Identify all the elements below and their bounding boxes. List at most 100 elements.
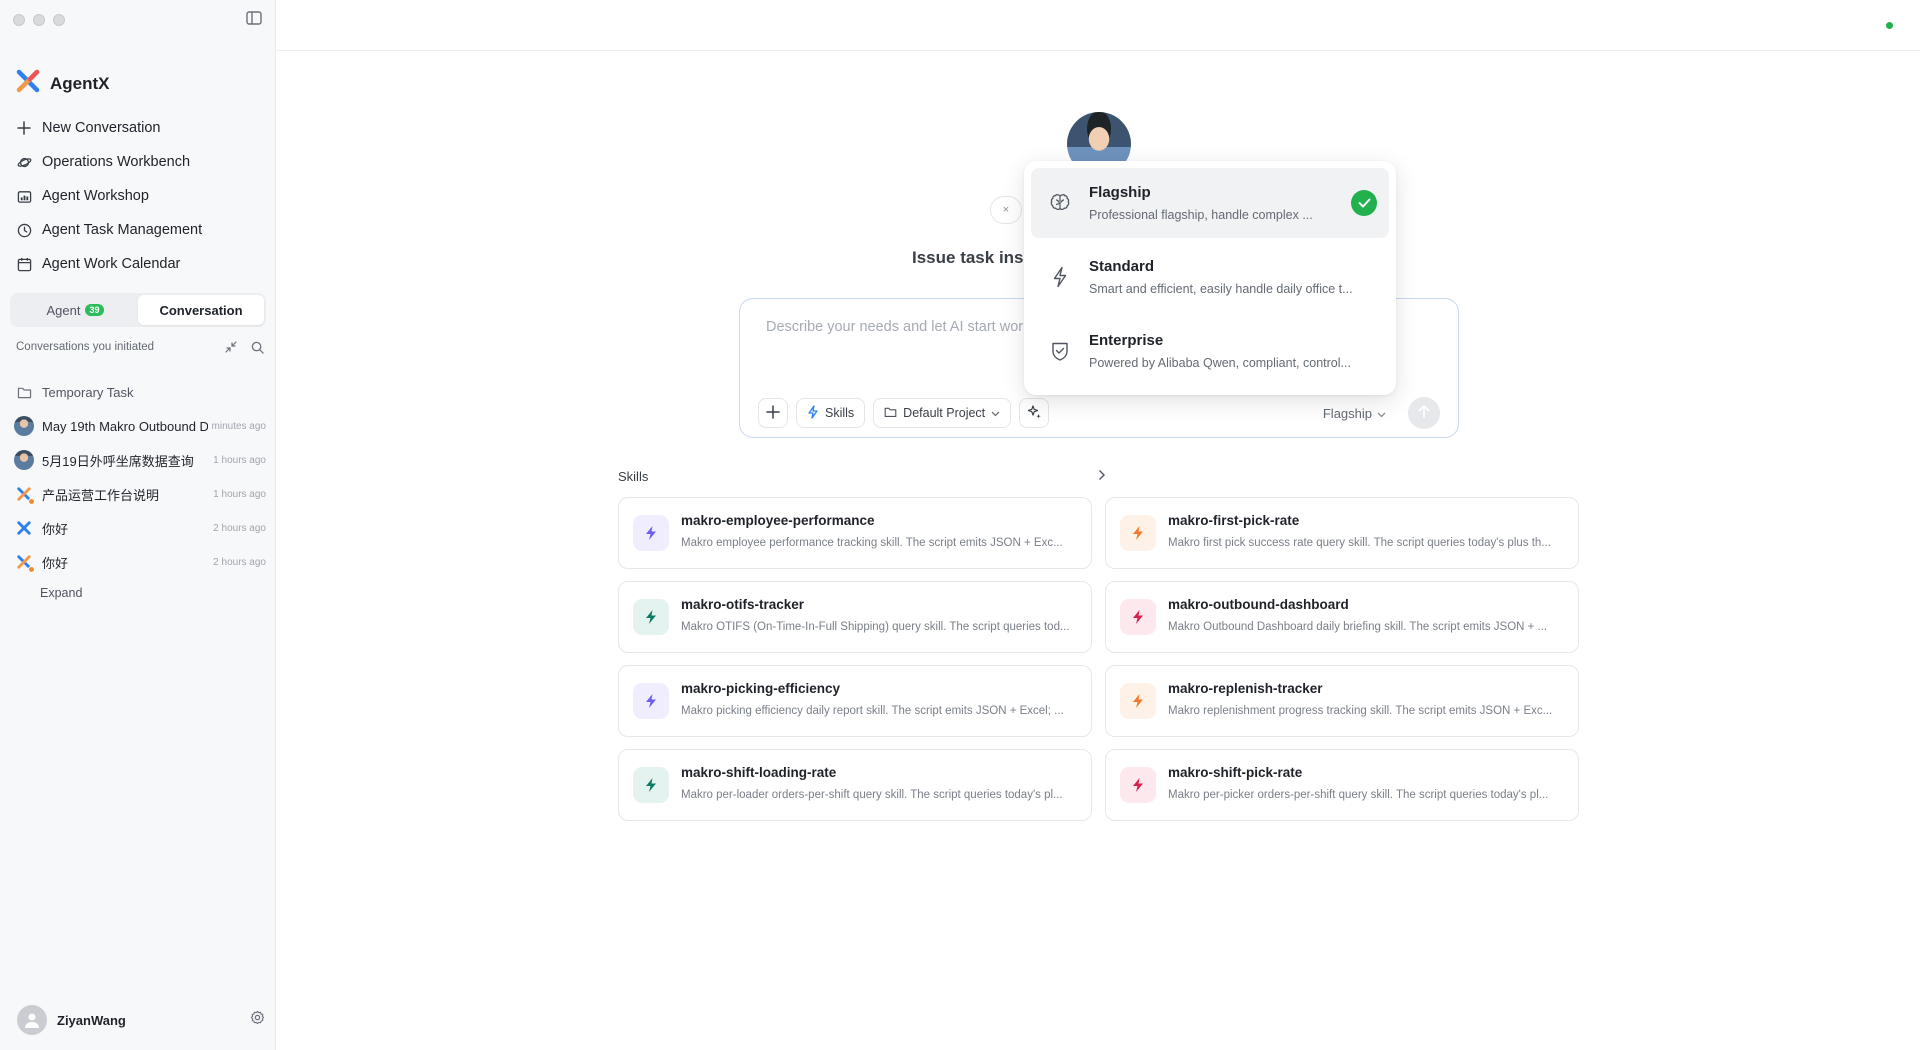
agentx-logo-icon bbox=[14, 518, 34, 538]
skill-card[interactable]: makro-employee-performance Makro employee… bbox=[618, 497, 1092, 569]
model-option-flagship[interactable]: Flagship Professional flagship, handle c… bbox=[1031, 168, 1389, 238]
project-select[interactable]: Default Project bbox=[873, 398, 1012, 428]
lightning-icon bbox=[633, 515, 669, 551]
conversation-time: 2 hours ago bbox=[213, 556, 266, 568]
nav-agent-workshop[interactable]: Agent Workshop bbox=[10, 179, 266, 213]
issue-task-title: Issue task ins bbox=[912, 248, 1024, 267]
close-icon: × bbox=[1002, 204, 1010, 216]
model-option-title: Enterprise bbox=[1089, 332, 1164, 349]
skill-description: Makro Outbound Dashboard daily briefing … bbox=[1168, 621, 1548, 633]
skill-card[interactable]: makro-replenish-tracker Makro replenishme… bbox=[1105, 665, 1579, 737]
sparkle-icon bbox=[1026, 404, 1042, 423]
conversations-header-label: Conversations you initiated bbox=[16, 341, 155, 353]
brand[interactable]: AgentX bbox=[16, 69, 110, 98]
main-nav: New Conversation Operations Workbench Ag… bbox=[10, 111, 266, 281]
conversation-title: 你好 bbox=[42, 521, 69, 537]
lightning-icon bbox=[1120, 683, 1156, 719]
expand-conversations-link[interactable]: Expand bbox=[10, 579, 266, 607]
tab-conversation[interactable]: Conversation bbox=[138, 295, 264, 325]
skill-description: Makro employee performance tracking skil… bbox=[681, 537, 1063, 549]
skill-name: makro-picking-efficiency bbox=[681, 681, 841, 696]
lightning-icon bbox=[1120, 599, 1156, 635]
conversation-title: 你好 bbox=[42, 555, 69, 571]
shield-check-icon bbox=[1047, 338, 1073, 364]
model-option-desc: Smart and efficient, easily handle daily… bbox=[1089, 282, 1353, 296]
skills-grid: makro-employee-performance Makro employee… bbox=[618, 497, 1579, 821]
check-icon bbox=[1351, 190, 1377, 216]
conversation-item[interactable]: 你好 2 hours ago bbox=[10, 545, 266, 579]
conversation-list: Temporary Task May 19th Makro Outbound D… bbox=[10, 375, 266, 607]
agentx-logo-icon bbox=[14, 552, 35, 573]
close-pill-button[interactable]: × bbox=[990, 196, 1022, 224]
skill-card[interactable]: makro-shift-loading-rate Makro per-loader… bbox=[618, 749, 1092, 821]
tab-conversation-label: Conversation bbox=[159, 302, 243, 318]
tab-agent[interactable]: Agent 39 bbox=[12, 295, 138, 325]
chevron-down-icon bbox=[991, 406, 1000, 420]
lightning-icon bbox=[807, 404, 819, 422]
skill-card[interactable]: makro-otifs-tracker Makro OTIFS (On-Time-… bbox=[618, 581, 1092, 653]
skill-card[interactable]: makro-picking-efficiency Makro picking ef… bbox=[618, 665, 1092, 737]
user-name: ZiyanWang bbox=[57, 1012, 126, 1028]
skill-card[interactable]: makro-first-pick-rate Makro first pick su… bbox=[1105, 497, 1579, 569]
skill-description: Makro first pick success rate query skil… bbox=[1168, 537, 1551, 549]
skill-name: makro-first-pick-rate bbox=[1168, 513, 1300, 528]
conversation-item[interactable]: 5月19日外呼坐席数据查询 1 hours ago bbox=[10, 443, 266, 477]
skill-description: Makro replenishment progress tracking sk… bbox=[1168, 705, 1553, 717]
magic-enhance-button[interactable] bbox=[1019, 398, 1050, 428]
chevron-right-icon[interactable] bbox=[1098, 469, 1578, 484]
plus-icon bbox=[16, 120, 32, 136]
agentx-logo-icon bbox=[14, 484, 35, 505]
conversation-title: 5月19日外呼坐席数据查询 bbox=[42, 453, 194, 469]
search-icon[interactable] bbox=[250, 340, 264, 354]
skill-name: makro-otifs-tracker bbox=[681, 597, 805, 612]
nav-agent-task-management[interactable]: Agent Task Management bbox=[10, 213, 266, 247]
skills-button[interactable]: Skills bbox=[796, 398, 866, 428]
app-name: AgentX bbox=[50, 73, 110, 93]
model-option-standard[interactable]: Standard Smart and efficient, easily han… bbox=[1031, 242, 1389, 312]
workshop-icon bbox=[16, 188, 32, 204]
sidebar-segmented-tabs: Agent 39 Conversation bbox=[10, 293, 266, 327]
nav-new-conversation[interactable]: New Conversation bbox=[10, 111, 266, 145]
skill-name: makro-replenish-tracker bbox=[1168, 681, 1323, 696]
folder-temporary-task[interactable]: Temporary Task bbox=[10, 375, 266, 409]
unread-dot bbox=[28, 498, 35, 505]
nav-label: Agent Task Management bbox=[42, 222, 203, 238]
conversation-time: 2 hours ago bbox=[213, 522, 266, 534]
skill-card[interactable]: makro-outbound-dashboard Makro Outbound D… bbox=[1105, 581, 1579, 653]
nav-label: Agent Work Calendar bbox=[42, 256, 181, 272]
top-bar bbox=[277, 0, 1920, 51]
plus-icon bbox=[766, 404, 780, 422]
conversation-item[interactable]: May 19th Makro Outbound D minutes ago bbox=[10, 409, 266, 443]
lightning-icon bbox=[633, 599, 669, 635]
maximize-window-button[interactable] bbox=[53, 14, 65, 26]
skill-name: makro-shift-loading-rate bbox=[681, 765, 837, 780]
model-select[interactable]: Flagship bbox=[1323, 406, 1386, 421]
conversation-time: 1 hours ago bbox=[213, 488, 266, 500]
conversation-time: minutes ago bbox=[211, 420, 266, 432]
close-window-button[interactable] bbox=[13, 14, 25, 26]
arrow-up-icon bbox=[1418, 404, 1430, 423]
minimize-window-button[interactable] bbox=[33, 14, 45, 26]
sidebar-toggle-icon[interactable] bbox=[246, 11, 262, 25]
nav-label: Agent Workshop bbox=[42, 188, 149, 204]
model-option-enterprise[interactable]: Enterprise Powered by Alibaba Qwen, comp… bbox=[1031, 316, 1389, 386]
settings-gear-icon[interactable] bbox=[250, 1010, 265, 1030]
agent-photo-avatar bbox=[14, 416, 34, 436]
nav-operations-workbench[interactable]: Operations Workbench bbox=[10, 145, 266, 179]
model-option-title: Standard bbox=[1089, 258, 1155, 275]
model-option-desc: Professional flagship, handle complex ..… bbox=[1089, 208, 1313, 222]
conversation-item[interactable]: 你好 2 hours ago bbox=[10, 511, 266, 545]
collapse-icon[interactable] bbox=[224, 340, 238, 354]
conversation-item[interactable]: 产品运营工作台说明 1 hours ago bbox=[10, 477, 266, 511]
agent-count-badge: 39 bbox=[85, 304, 104, 316]
task-input[interactable]: Describe your needs and let AI start wor… bbox=[766, 319, 1036, 335]
attach-button[interactable] bbox=[758, 398, 788, 428]
lightning-icon bbox=[1120, 515, 1156, 551]
skill-card[interactable]: makro-shift-pick-rate Makro per-picker or… bbox=[1105, 749, 1579, 821]
user-profile[interactable]: ZiyanWang bbox=[17, 1005, 265, 1035]
nav-agent-work-calendar[interactable]: Agent Work Calendar bbox=[10, 247, 266, 281]
project-select-label: Default Project bbox=[903, 406, 986, 420]
agent-photo-avatar bbox=[14, 450, 34, 470]
send-button[interactable] bbox=[1408, 397, 1440, 429]
clock-icon bbox=[16, 222, 32, 238]
